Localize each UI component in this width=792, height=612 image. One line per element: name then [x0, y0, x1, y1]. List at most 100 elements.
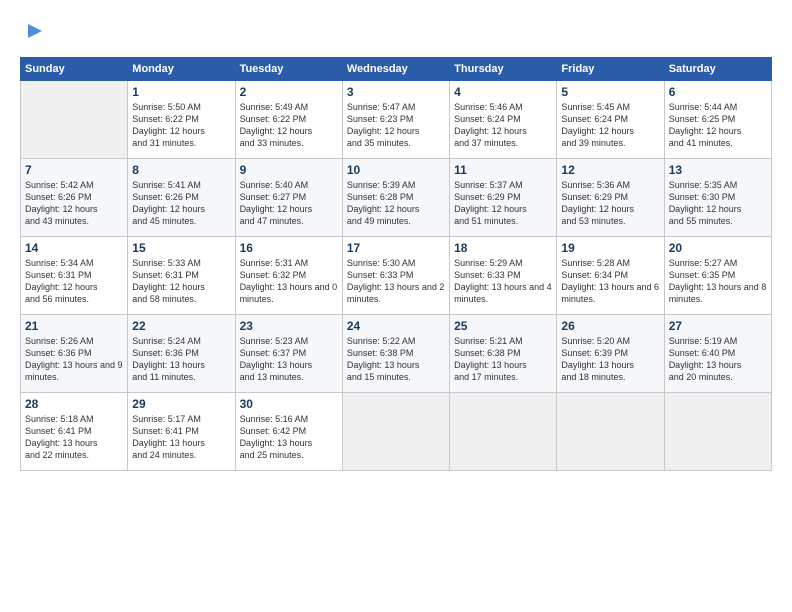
day-number: 4	[454, 85, 552, 99]
day-number: 15	[132, 241, 230, 255]
day-detail: Sunrise: 5:23 AMSunset: 6:37 PMDaylight:…	[240, 335, 338, 384]
calendar-cell: 8 Sunrise: 5:41 AMSunset: 6:26 PMDaylight…	[128, 159, 235, 237]
day-number: 24	[347, 319, 445, 333]
day-number: 17	[347, 241, 445, 255]
day-detail: Sunrise: 5:35 AMSunset: 6:30 PMDaylight:…	[669, 179, 767, 228]
logo	[20, 16, 46, 47]
calendar-cell: 11 Sunrise: 5:37 AMSunset: 6:29 PMDayligh…	[450, 159, 557, 237]
day-detail: Sunrise: 5:41 AMSunset: 6:26 PMDaylight:…	[132, 179, 230, 228]
day-number: 2	[240, 85, 338, 99]
header	[20, 16, 772, 47]
calendar-cell: 22 Sunrise: 5:24 AMSunset: 6:36 PMDayligh…	[128, 315, 235, 393]
calendar-cell: 15 Sunrise: 5:33 AMSunset: 6:31 PMDayligh…	[128, 237, 235, 315]
calendar-cell: 9 Sunrise: 5:40 AMSunset: 6:27 PMDaylight…	[235, 159, 342, 237]
calendar-week-row: 28Sunrise: 5:18 AMSunset: 6:41 PMDayligh…	[21, 393, 772, 471]
day-detail: Sunrise: 5:31 AMSunset: 6:32 PMDaylight:…	[240, 257, 338, 306]
day-detail: Sunrise: 5:44 AMSunset: 6:25 PMDaylight:…	[669, 101, 767, 150]
calendar-cell: 26 Sunrise: 5:20 AMSunset: 6:39 PMDayligh…	[557, 315, 664, 393]
day-detail: Sunrise: 5:17 AMSunset: 6:41 PMDaylight:…	[132, 413, 230, 462]
day-detail: Sunrise: 5:33 AMSunset: 6:31 PMDaylight:…	[132, 257, 230, 306]
day-number: 30	[240, 397, 338, 411]
day-number: 25	[454, 319, 552, 333]
day-detail: Sunrise: 5:47 AMSunset: 6:23 PMDaylight:…	[347, 101, 445, 150]
calendar-cell: 1 Sunrise: 5:50 AMSunset: 6:22 PMDaylight…	[128, 81, 235, 159]
calendar-cell: 5 Sunrise: 5:45 AMSunset: 6:24 PMDaylight…	[557, 81, 664, 159]
day-number: 22	[132, 319, 230, 333]
day-number: 7	[25, 163, 123, 177]
day-detail: Sunrise: 5:39 AMSunset: 6:28 PMDaylight:…	[347, 179, 445, 228]
calendar-cell: 27Sunrise: 5:19 AMSunset: 6:40 PMDayligh…	[664, 315, 771, 393]
calendar-cell: 3 Sunrise: 5:47 AMSunset: 6:23 PMDaylight…	[342, 81, 449, 159]
calendar-cell: 21Sunrise: 5:26 AMSunset: 6:36 PMDayligh…	[21, 315, 128, 393]
calendar-week-row: 14 Sunrise: 5:34 AMSunset: 6:31 PMDayligh…	[21, 237, 772, 315]
day-detail: Sunrise: 5:19 AMSunset: 6:40 PMDaylight:…	[669, 335, 767, 384]
calendar-cell: 18 Sunrise: 5:29 AMSunset: 6:33 PMDayligh…	[450, 237, 557, 315]
day-detail: Sunrise: 5:34 AMSunset: 6:31 PMDaylight:…	[25, 257, 123, 306]
day-detail: Sunrise: 5:29 AMSunset: 6:33 PMDaylight:…	[454, 257, 552, 306]
day-detail: Sunrise: 5:30 AMSunset: 6:33 PMDaylight:…	[347, 257, 445, 306]
day-detail: Sunrise: 5:50 AMSunset: 6:22 PMDaylight:…	[132, 101, 230, 150]
weekday-header: Thursday	[450, 58, 557, 81]
day-number: 11	[454, 163, 552, 177]
calendar-cell: 6 Sunrise: 5:44 AMSunset: 6:25 PMDaylight…	[664, 81, 771, 159]
day-detail: Sunrise: 5:24 AMSunset: 6:36 PMDaylight:…	[132, 335, 230, 384]
calendar-cell: 25 Sunrise: 5:21 AMSunset: 6:38 PMDayligh…	[450, 315, 557, 393]
calendar-cell: 2 Sunrise: 5:49 AMSunset: 6:22 PMDaylight…	[235, 81, 342, 159]
day-number: 19	[561, 241, 659, 255]
day-detail: Sunrise: 5:37 AMSunset: 6:29 PMDaylight:…	[454, 179, 552, 228]
day-number: 26	[561, 319, 659, 333]
day-number: 21	[25, 319, 123, 333]
calendar-cell	[342, 393, 449, 471]
day-number: 16	[240, 241, 338, 255]
day-number: 6	[669, 85, 767, 99]
weekday-header: Wednesday	[342, 58, 449, 81]
day-detail: Sunrise: 5:45 AMSunset: 6:24 PMDaylight:…	[561, 101, 659, 150]
weekday-header: Tuesday	[235, 58, 342, 81]
calendar-cell	[557, 393, 664, 471]
weekday-header: Saturday	[664, 58, 771, 81]
day-number: 8	[132, 163, 230, 177]
day-detail: Sunrise: 5:42 AMSunset: 6:26 PMDaylight:…	[25, 179, 123, 228]
calendar-cell	[450, 393, 557, 471]
day-detail: Sunrise: 5:21 AMSunset: 6:38 PMDaylight:…	[454, 335, 552, 384]
calendar-cell	[21, 81, 128, 159]
day-number: 20	[669, 241, 767, 255]
day-detail: Sunrise: 5:28 AMSunset: 6:34 PMDaylight:…	[561, 257, 659, 306]
day-detail: Sunrise: 5:49 AMSunset: 6:22 PMDaylight:…	[240, 101, 338, 150]
calendar-cell: 30Sunrise: 5:16 AMSunset: 6:42 PMDayligh…	[235, 393, 342, 471]
calendar-body: 1 Sunrise: 5:50 AMSunset: 6:22 PMDaylight…	[21, 81, 772, 471]
weekday-header: Monday	[128, 58, 235, 81]
day-number: 9	[240, 163, 338, 177]
page: SundayMondayTuesdayWednesdayThursdayFrid…	[0, 0, 792, 481]
calendar-cell: 13 Sunrise: 5:35 AMSunset: 6:30 PMDayligh…	[664, 159, 771, 237]
day-detail: Sunrise: 5:27 AMSunset: 6:35 PMDaylight:…	[669, 257, 767, 306]
calendar-week-row: 1 Sunrise: 5:50 AMSunset: 6:22 PMDaylight…	[21, 81, 772, 159]
calendar-cell	[664, 393, 771, 471]
day-number: 14	[25, 241, 123, 255]
day-detail: Sunrise: 5:20 AMSunset: 6:39 PMDaylight:…	[561, 335, 659, 384]
day-detail: Sunrise: 5:40 AMSunset: 6:27 PMDaylight:…	[240, 179, 338, 228]
day-number: 10	[347, 163, 445, 177]
calendar-cell: 17 Sunrise: 5:30 AMSunset: 6:33 PMDayligh…	[342, 237, 449, 315]
day-number: 29	[132, 397, 230, 411]
day-number: 3	[347, 85, 445, 99]
calendar-week-row: 21Sunrise: 5:26 AMSunset: 6:36 PMDayligh…	[21, 315, 772, 393]
day-number: 13	[669, 163, 767, 177]
calendar-cell: 4 Sunrise: 5:46 AMSunset: 6:24 PMDaylight…	[450, 81, 557, 159]
calendar-cell: 7 Sunrise: 5:42 AMSunset: 6:26 PMDaylight…	[21, 159, 128, 237]
day-number: 23	[240, 319, 338, 333]
logo-arrow-icon	[24, 20, 46, 42]
day-number: 18	[454, 241, 552, 255]
calendar-cell: 29 Sunrise: 5:17 AMSunset: 6:41 PMDayligh…	[128, 393, 235, 471]
calendar-cell: 10 Sunrise: 5:39 AMSunset: 6:28 PMDayligh…	[342, 159, 449, 237]
weekday-header: Sunday	[21, 58, 128, 81]
day-detail: Sunrise: 5:36 AMSunset: 6:29 PMDaylight:…	[561, 179, 659, 228]
weekday-header: Friday	[557, 58, 664, 81]
calendar-cell: 14 Sunrise: 5:34 AMSunset: 6:31 PMDayligh…	[21, 237, 128, 315]
calendar-cell: 28Sunrise: 5:18 AMSunset: 6:41 PMDayligh…	[21, 393, 128, 471]
day-detail: Sunrise: 5:46 AMSunset: 6:24 PMDaylight:…	[454, 101, 552, 150]
day-number: 1	[132, 85, 230, 99]
calendar-week-row: 7 Sunrise: 5:42 AMSunset: 6:26 PMDaylight…	[21, 159, 772, 237]
day-number: 5	[561, 85, 659, 99]
calendar-header-row: SundayMondayTuesdayWednesdayThursdayFrid…	[21, 58, 772, 81]
